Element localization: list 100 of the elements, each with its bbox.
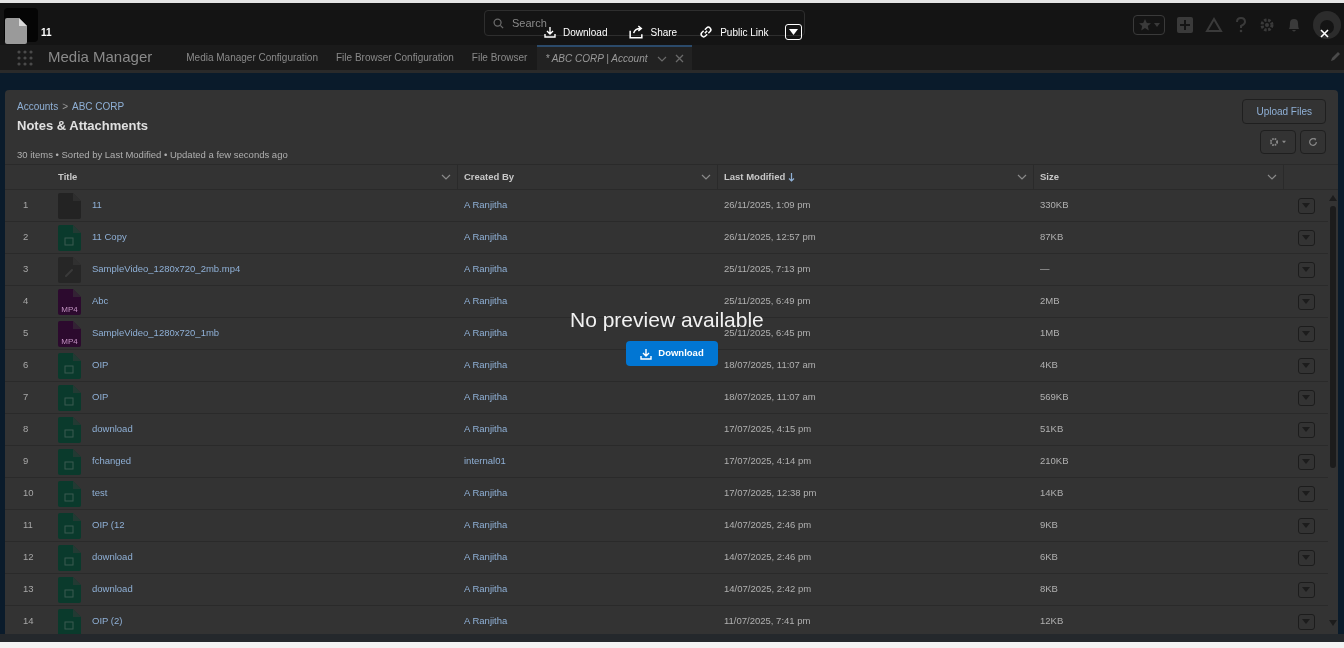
created-by-link[interactable]: A Ranjitha <box>464 487 508 499</box>
more-actions-button[interactable] <box>784 24 802 40</box>
column-header[interactable]: Size <box>1034 165 1284 189</box>
created-by-link[interactable]: A Ranjitha <box>464 359 508 371</box>
file-title-link[interactable]: SampleVideo_1280x720_1mb <box>92 326 220 341</box>
nav-tab[interactable]: File Browser Configuration <box>328 45 462 70</box>
file-title-link[interactable]: 11 <box>92 198 102 213</box>
triangle-icon[interactable] <box>1205 17 1223 33</box>
app-launcher-icon[interactable] <box>17 49 33 66</box>
chevron-down-icon[interactable] <box>1267 174 1277 180</box>
file-title-link[interactable]: download <box>92 422 133 437</box>
chevron-down-icon[interactable] <box>657 55 668 62</box>
chevron-down-icon[interactable] <box>441 174 451 180</box>
row-number: 11 <box>23 519 33 531</box>
nav-tab[interactable]: File Browser <box>463 45 536 70</box>
bell-icon[interactable] <box>1287 17 1301 33</box>
breadcrumb-link[interactable]: ABC CORP <box>72 99 125 114</box>
created-by-link[interactable]: A Ranjitha <box>464 615 508 627</box>
image-file-icon <box>58 576 81 603</box>
file-title-link[interactable]: OIP (2) <box>92 614 123 629</box>
add-icon[interactable] <box>1177 17 1193 33</box>
table-cell: 330KB <box>1040 199 1069 211</box>
settings-menu-button[interactable] <box>1260 130 1296 154</box>
row-number: 7 <box>23 391 29 403</box>
chevron-down-icon[interactable] <box>701 174 711 180</box>
search-icon <box>493 17 504 29</box>
row-number: 6 <box>23 359 29 371</box>
created-by-link[interactable]: A Ranjitha <box>464 583 508 595</box>
table-cell: 9KB <box>1040 519 1058 531</box>
created-by-link[interactable]: A Ranjitha <box>464 423 508 435</box>
image-file-icon <box>58 480 81 507</box>
caret-icon <box>1152 22 1161 28</box>
row-number: 3 <box>23 263 29 275</box>
row-number: 8 <box>23 423 29 435</box>
file-title-link[interactable]: download <box>92 550 133 565</box>
help-icon[interactable] <box>1235 17 1247 33</box>
created-by-link[interactable]: A Ranjitha <box>464 391 508 403</box>
image-file-icon <box>58 544 81 571</box>
created-by-link[interactable]: A Ranjitha <box>464 295 508 307</box>
file-title-link[interactable]: fchanged <box>92 454 132 469</box>
file-title-link[interactable]: Abc <box>92 294 109 309</box>
file-title-link[interactable]: OIP (12 <box>92 518 125 533</box>
table-cell: 17/07/2025, 12:38 pm <box>724 487 817 499</box>
created-by-link[interactable]: A Ranjitha <box>464 263 508 275</box>
file-title-link[interactable]: OIP <box>92 390 109 405</box>
table-cell: 51KB <box>1040 423 1064 435</box>
row-number: 5 <box>23 327 29 339</box>
scroll-up-icon[interactable] <box>1329 195 1337 201</box>
link-icon <box>699 25 714 39</box>
created-by-link[interactable]: A Ranjitha <box>464 327 508 339</box>
edit-icon[interactable] <box>1330 51 1341 62</box>
column-header[interactable]: Created By <box>458 165 718 189</box>
row-number: 9 <box>23 455 29 467</box>
image-file-icon <box>58 384 81 411</box>
created-by-link[interactable]: internal01 <box>464 455 506 467</box>
nav-tab[interactable]: Media Manager Configuration <box>178 45 326 70</box>
caret-icon <box>788 29 798 35</box>
row-number: 4 <box>23 295 29 307</box>
list-summary: 30 items • Sorted by Last Modified • Updated a few seconds ago <box>17 147 288 162</box>
table-cell: 1MB <box>1040 327 1060 339</box>
gear-icon <box>1269 137 1279 147</box>
nav-tab[interactable]: * ABC CORP | Account <box>537 45 693 70</box>
avatar[interactable] <box>1313 11 1341 39</box>
file-title-link[interactable]: test <box>92 486 108 501</box>
row-number: 13 <box>23 583 34 595</box>
table-cell: 12KB <box>1040 615 1064 627</box>
table-cell: 14/07/2025, 2:46 pm <box>724 551 812 563</box>
column-header[interactable]: Title <box>52 165 458 189</box>
download-icon <box>640 347 653 360</box>
breadcrumb-link[interactable]: Accounts <box>17 99 59 114</box>
favorites-button[interactable] <box>1133 15 1165 35</box>
upload-files-button[interactable]: Upload Files <box>1242 99 1326 124</box>
file-icon <box>5 18 27 44</box>
video-file-icon: MP4 <box>58 288 81 315</box>
created-by-link[interactable]: A Ranjitha <box>464 519 508 531</box>
file-title-link[interactable]: SampleVideo_1280x720_2mb.mp4 <box>92 262 241 277</box>
scroll-down-icon[interactable] <box>1329 620 1337 626</box>
download-button[interactable]: Download <box>626 341 718 366</box>
table-cell: 2MB <box>1040 295 1060 307</box>
star-icon <box>1137 18 1152 32</box>
image-file-icon <box>58 416 81 443</box>
file-title-link[interactable]: OIP <box>92 358 109 373</box>
table-cell: 18/07/2025, 11:07 am <box>724 391 816 403</box>
refresh-button[interactable] <box>1300 130 1326 154</box>
table-cell: 25/11/2025, 6:49 pm <box>724 295 811 307</box>
table-cell: 14/07/2025, 2:46 pm <box>724 519 812 531</box>
table-cell: 6KB <box>1040 551 1058 563</box>
column-header[interactable]: Last Modified <box>718 165 1034 189</box>
image-file-icon <box>58 512 81 539</box>
file-title-link[interactable]: download <box>92 582 133 597</box>
row-number: 10 <box>23 487 34 499</box>
file-title-link[interactable]: 11 Copy <box>92 230 127 245</box>
created-by-link[interactable]: A Ranjitha <box>464 199 508 211</box>
download-icon <box>544 26 556 38</box>
settings-icon[interactable] <box>1259 17 1275 33</box>
table-cell: 87KB <box>1040 231 1064 243</box>
created-by-link[interactable]: A Ranjitha <box>464 551 508 563</box>
row-number: 1 <box>23 199 29 211</box>
created-by-link[interactable]: A Ranjitha <box>464 231 508 243</box>
chevron-down-icon[interactable] <box>1017 174 1027 180</box>
